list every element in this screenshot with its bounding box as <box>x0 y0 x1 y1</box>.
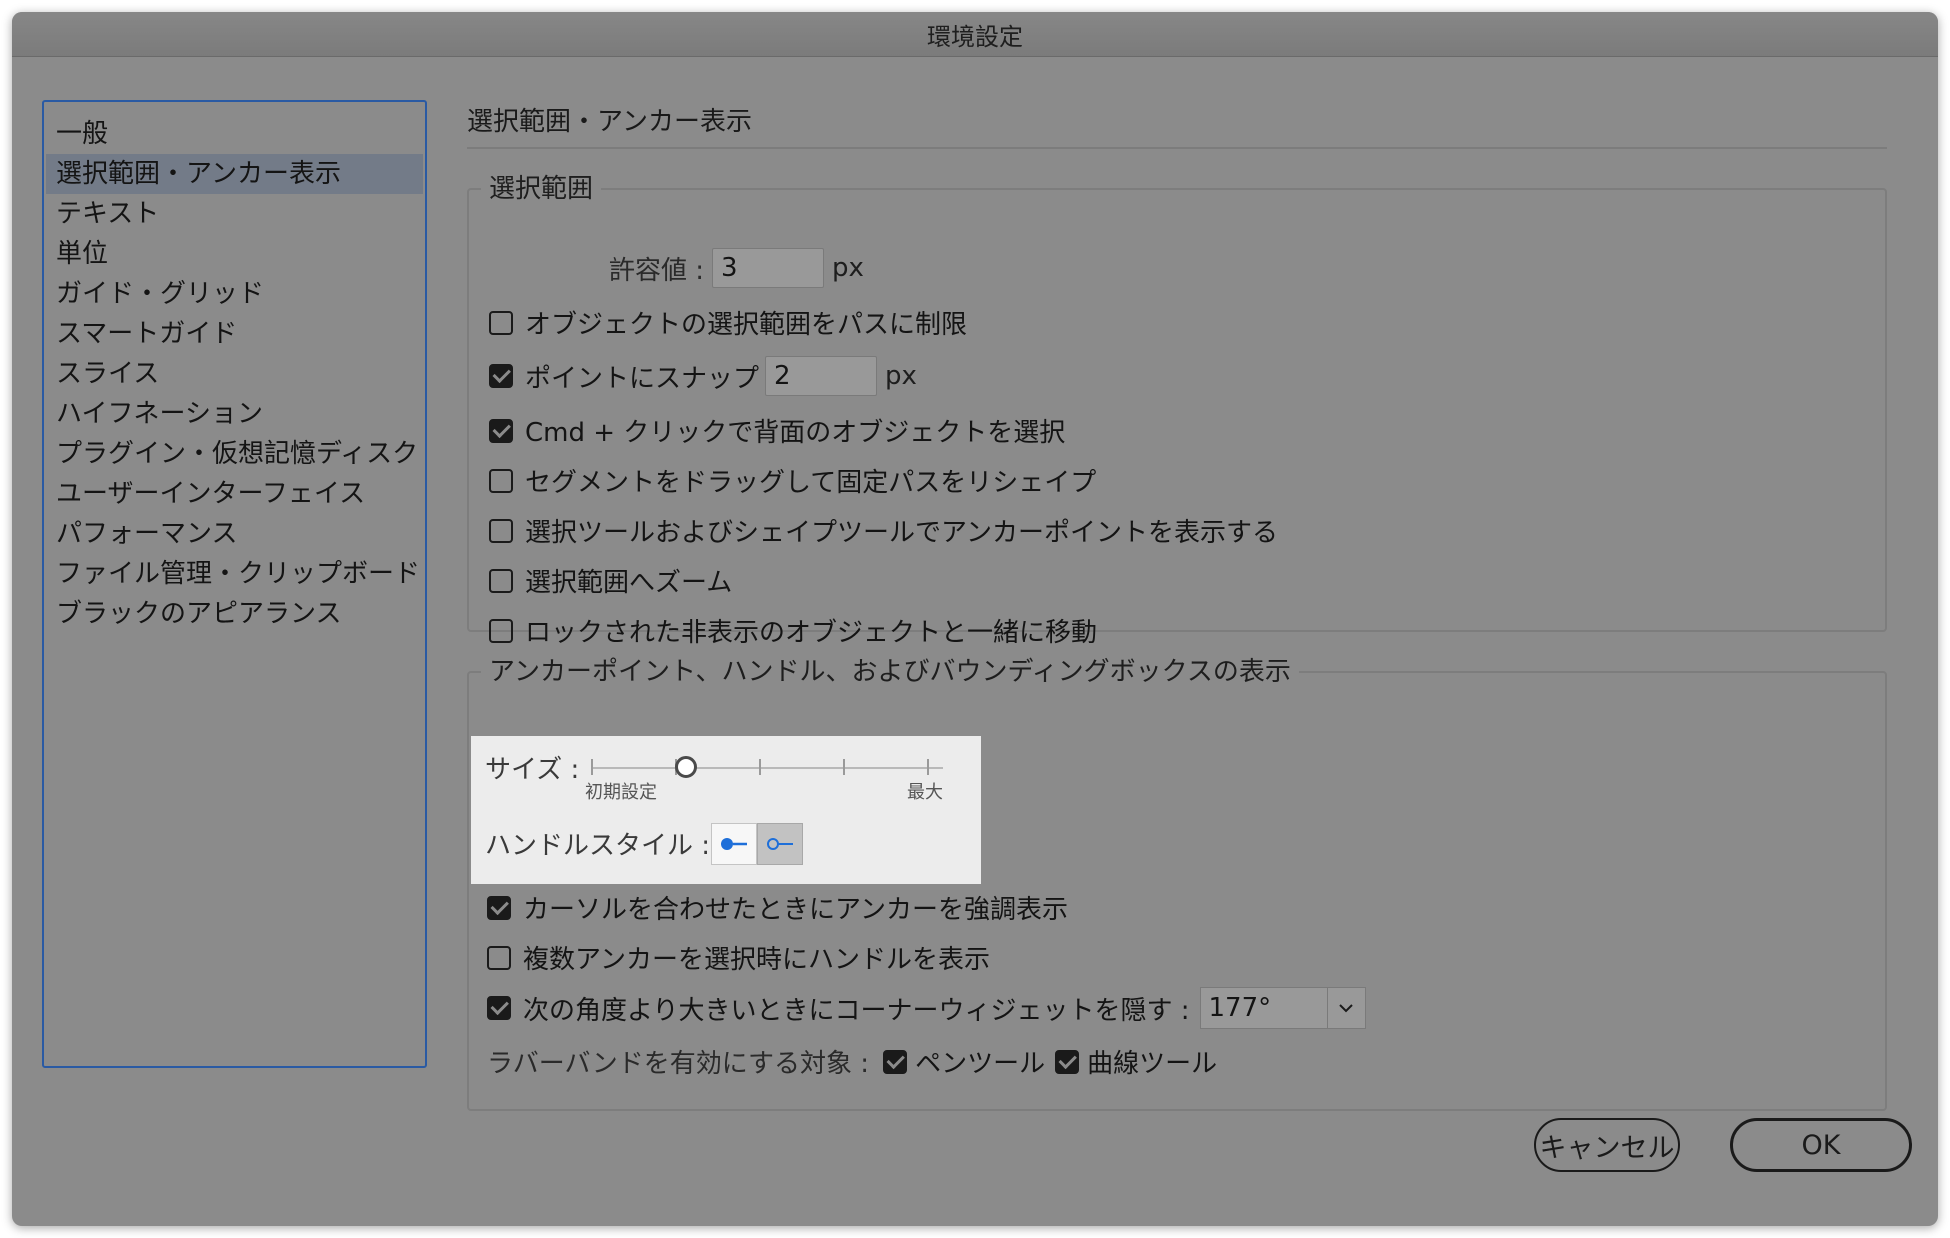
tolerance-unit: px <box>832 253 864 283</box>
size-slider-track[interactable] <box>591 767 943 769</box>
drag-segment-checkbox[interactable] <box>489 468 513 493</box>
snap-distance-unit: px <box>885 361 917 391</box>
window-title: 環境設定 <box>12 12 1938 57</box>
move-locked-hidden-label: ロックされた非表示のオブジェクトと一緒に移動 <box>525 618 1098 648</box>
sidebar-item-general[interactable]: 一般 <box>44 114 425 154</box>
selection-group-title: 選択範囲 <box>489 174 594 204</box>
curvature-tool-checkbox[interactable] <box>1055 1049 1080 1074</box>
zoom-to-selection-checkbox[interactable] <box>489 568 513 593</box>
handle-solid-icon <box>721 838 747 850</box>
show-anchors-row: 選択ツールおよびシェイプツールでアンカーポイントを表示する <box>489 512 1278 549</box>
size-slider-tick <box>843 759 845 775</box>
sidebar-item-guides-grid[interactable]: ガイド・グリッド <box>44 274 425 314</box>
snap-to-point-label: ポイントにスナップ <box>525 363 760 394</box>
handle-style-solid-button[interactable] <box>711 823 757 865</box>
move-locked-hidden-row: ロックされた非表示のオブジェクトと一緒に移動 <box>489 612 1097 649</box>
cmd-click-label: Cmd + クリックで背面のオブジェクトを選択 <box>525 418 1066 448</box>
pen-tool-label: ペンツール <box>915 1049 1046 1079</box>
snap-to-point-checkbox[interactable] <box>489 364 513 388</box>
size-handle-panel: サイズ : 初期設定 最大 ハンドルスタイル : <box>471 736 981 884</box>
snap-to-point-row: ポイントにスナップ 2 px <box>489 356 917 396</box>
sidebar-item-selection-anchor-display[interactable]: 選択範囲・アンカー表示 <box>46 154 423 194</box>
size-label: サイズ : <box>485 755 580 785</box>
snap-distance-input[interactable]: 2 <box>765 356 878 396</box>
size-slider-thumb[interactable] <box>675 756 697 778</box>
rubber-band-row: ラバーバンドを有効にする対象 : ペンツール 曲線ツール <box>487 1043 1217 1080</box>
sidebar-item-black-appearance[interactable]: ブラックのアピアランス <box>44 594 425 634</box>
show-handles-multi-checkbox[interactable] <box>487 945 511 970</box>
highlight-on-hover-label: カーソルを合わせたときにアンカーを強調表示 <box>523 895 1068 925</box>
page-title: 選択範囲・アンカー表示 <box>467 107 752 137</box>
sidebar-item-slices[interactable]: スライス <box>44 354 425 394</box>
hide-corner-widget-checkbox[interactable] <box>487 996 511 1020</box>
handle-style-label: ハンドルスタイル : <box>485 831 711 861</box>
cmd-click-row: Cmd + クリックで背面のオブジェクトを選択 <box>489 412 1065 449</box>
preferences-window: 環境設定 一般 選択範囲・アンカー表示 テキスト 単位 ガイド・グリッド スマー… <box>12 12 1938 1226</box>
corner-angle-dropdown[interactable]: 177° <box>1199 987 1366 1029</box>
tolerance-label: 許容値 : <box>609 255 705 286</box>
restrict-to-paths-label: オブジェクトの選択範囲をパスに制限 <box>525 310 968 340</box>
restrict-to-paths-checkbox[interactable] <box>489 310 513 335</box>
restrict-to-paths-row: オブジェクトの選択範囲をパスに制限 <box>489 304 967 341</box>
category-list[interactable]: 一般 選択範囲・アンカー表示 テキスト 単位 ガイド・グリッド スマートガイド … <box>42 100 427 1068</box>
sidebar-item-hyphenation[interactable]: ハイフネーション <box>44 394 425 434</box>
drag-segment-label: セグメントをドラッグして固定パスをリシェイプ <box>525 468 1097 498</box>
pen-tool-checkbox[interactable] <box>883 1049 908 1074</box>
curvature-tool-label: 曲線ツール <box>1087 1049 1218 1079</box>
handle-style-hollow-button[interactable] <box>757 823 803 865</box>
sidebar-item-smart-guides[interactable]: スマートガイド <box>44 314 425 354</box>
chevron-down-icon[interactable] <box>1327 987 1366 1029</box>
show-handles-multi-label: 複数アンカーを選択時にハンドルを表示 <box>523 945 990 975</box>
sidebar-item-file-handling[interactable]: ファイル管理・クリップボード <box>44 554 425 594</box>
zoom-to-selection-label: 選択範囲へズーム <box>525 568 733 598</box>
move-locked-hidden-checkbox[interactable] <box>489 618 513 643</box>
show-anchors-label: 選択ツールおよびシェイプツールでアンカーポイントを表示する <box>525 518 1278 548</box>
cmd-click-checkbox[interactable] <box>489 418 513 443</box>
handle-hollow-icon <box>767 838 793 850</box>
sidebar-item-type[interactable]: テキスト <box>44 194 425 234</box>
tolerance-row: 許容値 : 3 px <box>609 248 864 288</box>
size-min-label: 初期設定 <box>585 782 657 803</box>
rubber-band-label: ラバーバンドを有効にする対象 : <box>487 1049 870 1079</box>
sidebar-item-user-interface[interactable]: ユーザーインターフェイス <box>44 474 425 514</box>
cancel-button[interactable]: キャンセル <box>1534 1118 1680 1172</box>
heading-divider <box>467 147 1887 149</box>
sidebar-item-plugins-scratch-disks[interactable]: プラグイン・仮想記憶ディスク <box>44 434 425 474</box>
size-slider-tick <box>591 759 593 775</box>
corner-angle-value[interactable]: 177° <box>1199 987 1328 1029</box>
sidebar-item-performance[interactable]: パフォーマンス <box>44 514 425 554</box>
settings-panel: 選択範囲・アンカー表示 選択範囲 許容値 : 3 px オブジェクトの選択範囲を… <box>467 102 1887 1111</box>
size-max-label: 最大 <box>907 782 943 803</box>
anchor-display-group-title: アンカーポイント、ハンドル、およびバウンディングボックスの表示 <box>489 657 1291 687</box>
hide-corner-widget-label: 次の角度より大きいときにコーナーウィジェットを隠す : <box>523 995 1190 1026</box>
show-handles-multi-row: 複数アンカーを選択時にハンドルを表示 <box>487 939 990 976</box>
highlight-on-hover-row: カーソルを合わせたときにアンカーを強調表示 <box>487 889 1068 926</box>
size-slider-tick <box>927 759 929 775</box>
tolerance-input[interactable]: 3 <box>712 248 825 288</box>
ok-button[interactable]: OK <box>1730 1118 1912 1172</box>
selection-group: 選択範囲 許容値 : 3 px オブジェクトの選択範囲をパスに制限 ポイントにス… <box>467 172 1887 648</box>
highlight-on-hover-checkbox[interactable] <box>487 895 511 920</box>
size-slider-tick <box>759 759 761 775</box>
drag-segment-row: セグメントをドラッグして固定パスをリシェイプ <box>489 462 1096 499</box>
zoom-to-selection-row: 選択範囲へズーム <box>489 562 732 599</box>
sidebar-item-units[interactable]: 単位 <box>44 234 425 274</box>
show-anchors-checkbox[interactable] <box>489 518 513 543</box>
hide-corner-widget-row: 次の角度より大きいときにコーナーウィジェットを隠す : 177° <box>487 987 1366 1029</box>
